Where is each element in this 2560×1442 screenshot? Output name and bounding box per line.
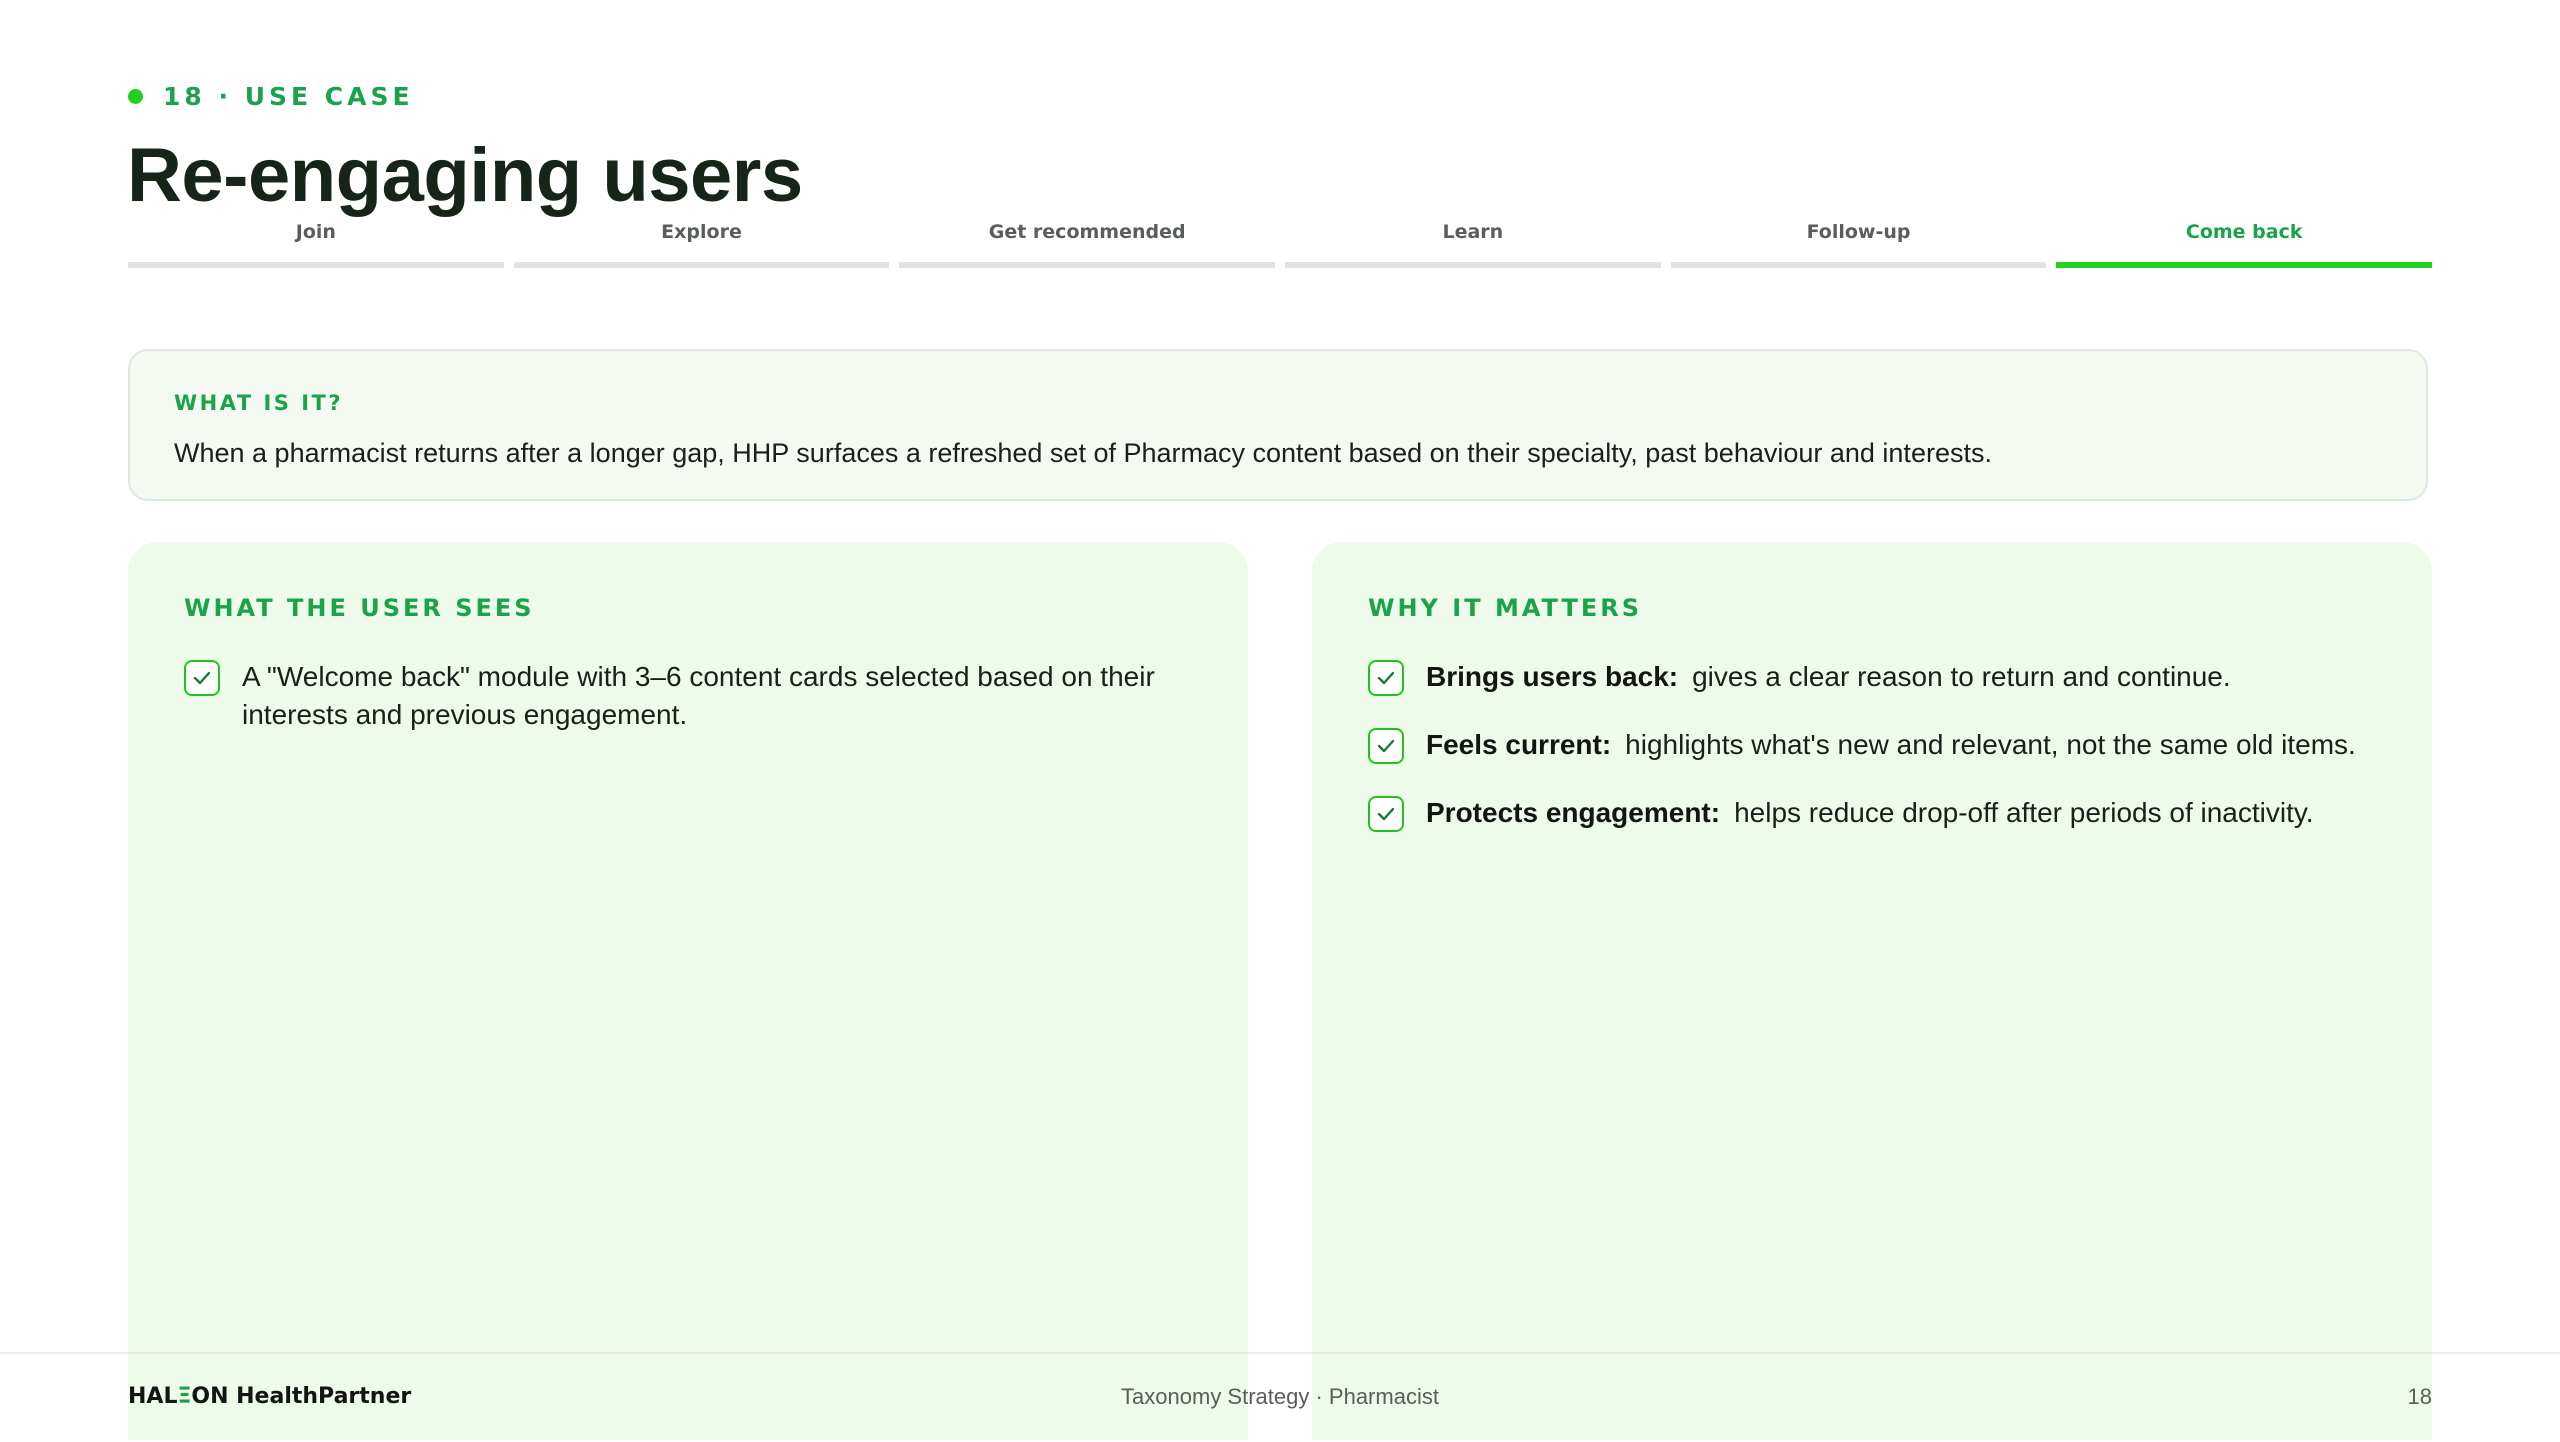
user-sees-panel: WHAT THE USER SEES A "Welcome back" modu…: [128, 542, 1248, 1440]
list-item-text: Brings users back: gives a clear reason t…: [1426, 658, 2231, 696]
why-matters-panel: WHY IT MATTERS Brings users back: gives a…: [1312, 542, 2432, 1440]
check-icon: [1368, 728, 1404, 764]
list-item: A "Welcome back" module with 3–6 content…: [184, 658, 1192, 734]
user-sees-label: WHAT THE USER SEES: [184, 594, 535, 622]
definition-text: When a pharmacist returns after a longer…: [174, 438, 1992, 468]
page-number: 18: [2407, 1384, 2432, 1409]
list-item-body: highlights what's new and relevant, not …: [1625, 729, 2356, 760]
list-item: Feels current: highlights what's new and …: [1368, 726, 2376, 764]
definition-label: WHAT IS IT?: [174, 391, 344, 415]
journey-steps: Join Explore Get recommended Learn Follo…: [128, 212, 2433, 272]
step-follow-up[interactable]: Follow-up: [1670, 212, 2047, 272]
check-icon: [1368, 660, 1404, 696]
step-label: Come back: [2185, 221, 2303, 243]
list-item-text: Feels current: highlights what's new and …: [1426, 726, 2356, 764]
step-learn[interactable]: Learn: [1285, 212, 1661, 272]
list-item: Brings users back: gives a clear reason t…: [1368, 658, 2376, 696]
list-item-text: A "Welcome back" module with 3–6 content…: [242, 661, 1155, 730]
step-progress-bar: [513, 262, 890, 268]
step-label: Get recommended: [988, 221, 1186, 243]
page-footer: HALΞON HealthPartner Taxonomy Strategy ·…: [0, 1352, 2560, 1442]
step-progress-bar: [2056, 262, 2433, 268]
list-item-title: Protects engagement:: [1426, 797, 1721, 828]
list-item-title: Brings users back:: [1426, 661, 1679, 692]
list-item-text: Protects engagement: helps reduce drop-of…: [1426, 794, 2314, 832]
list-item-body: helps reduce drop-off after periods of i…: [1734, 797, 2314, 828]
step-label: Join: [295, 221, 336, 243]
why-matters-label: WHY IT MATTERS: [1368, 594, 1642, 622]
step-progress-bar: [128, 262, 504, 268]
step-join[interactable]: Join: [128, 212, 504, 272]
step-label: Follow-up: [1806, 221, 1911, 243]
step-progress-bar: [1670, 262, 2047, 268]
bullet-dot-icon: [128, 88, 143, 104]
footer-caption: Taxonomy Strategy · Pharmacist: [1121, 1384, 1439, 1409]
list-item-body: gives a clear reason to return and conti…: [1692, 661, 2231, 692]
definition-card: WHAT IS IT? When a pharmacist returns af…: [128, 349, 2428, 501]
step-label: Learn: [1442, 221, 1504, 243]
step-progress-bar: [1285, 262, 1661, 268]
step-come-back[interactable]: Come back: [2056, 212, 2433, 272]
page-title: Re-engaging users: [127, 133, 803, 218]
kicker-text: 18 · USE CASE: [163, 81, 414, 111]
step-explore[interactable]: Explore: [513, 212, 890, 272]
step-get-recommended[interactable]: Get recommended: [899, 212, 1276, 272]
step-progress-bar: [899, 262, 1276, 268]
section-kicker: 18 · USE CASE: [128, 80, 414, 112]
list-item: Protects engagement: helps reduce drop-of…: [1368, 794, 2376, 832]
list-item-title: Feels current:: [1426, 729, 1612, 760]
check-icon: [184, 660, 220, 696]
check-icon: [1368, 796, 1404, 832]
step-label: Explore: [661, 221, 742, 243]
